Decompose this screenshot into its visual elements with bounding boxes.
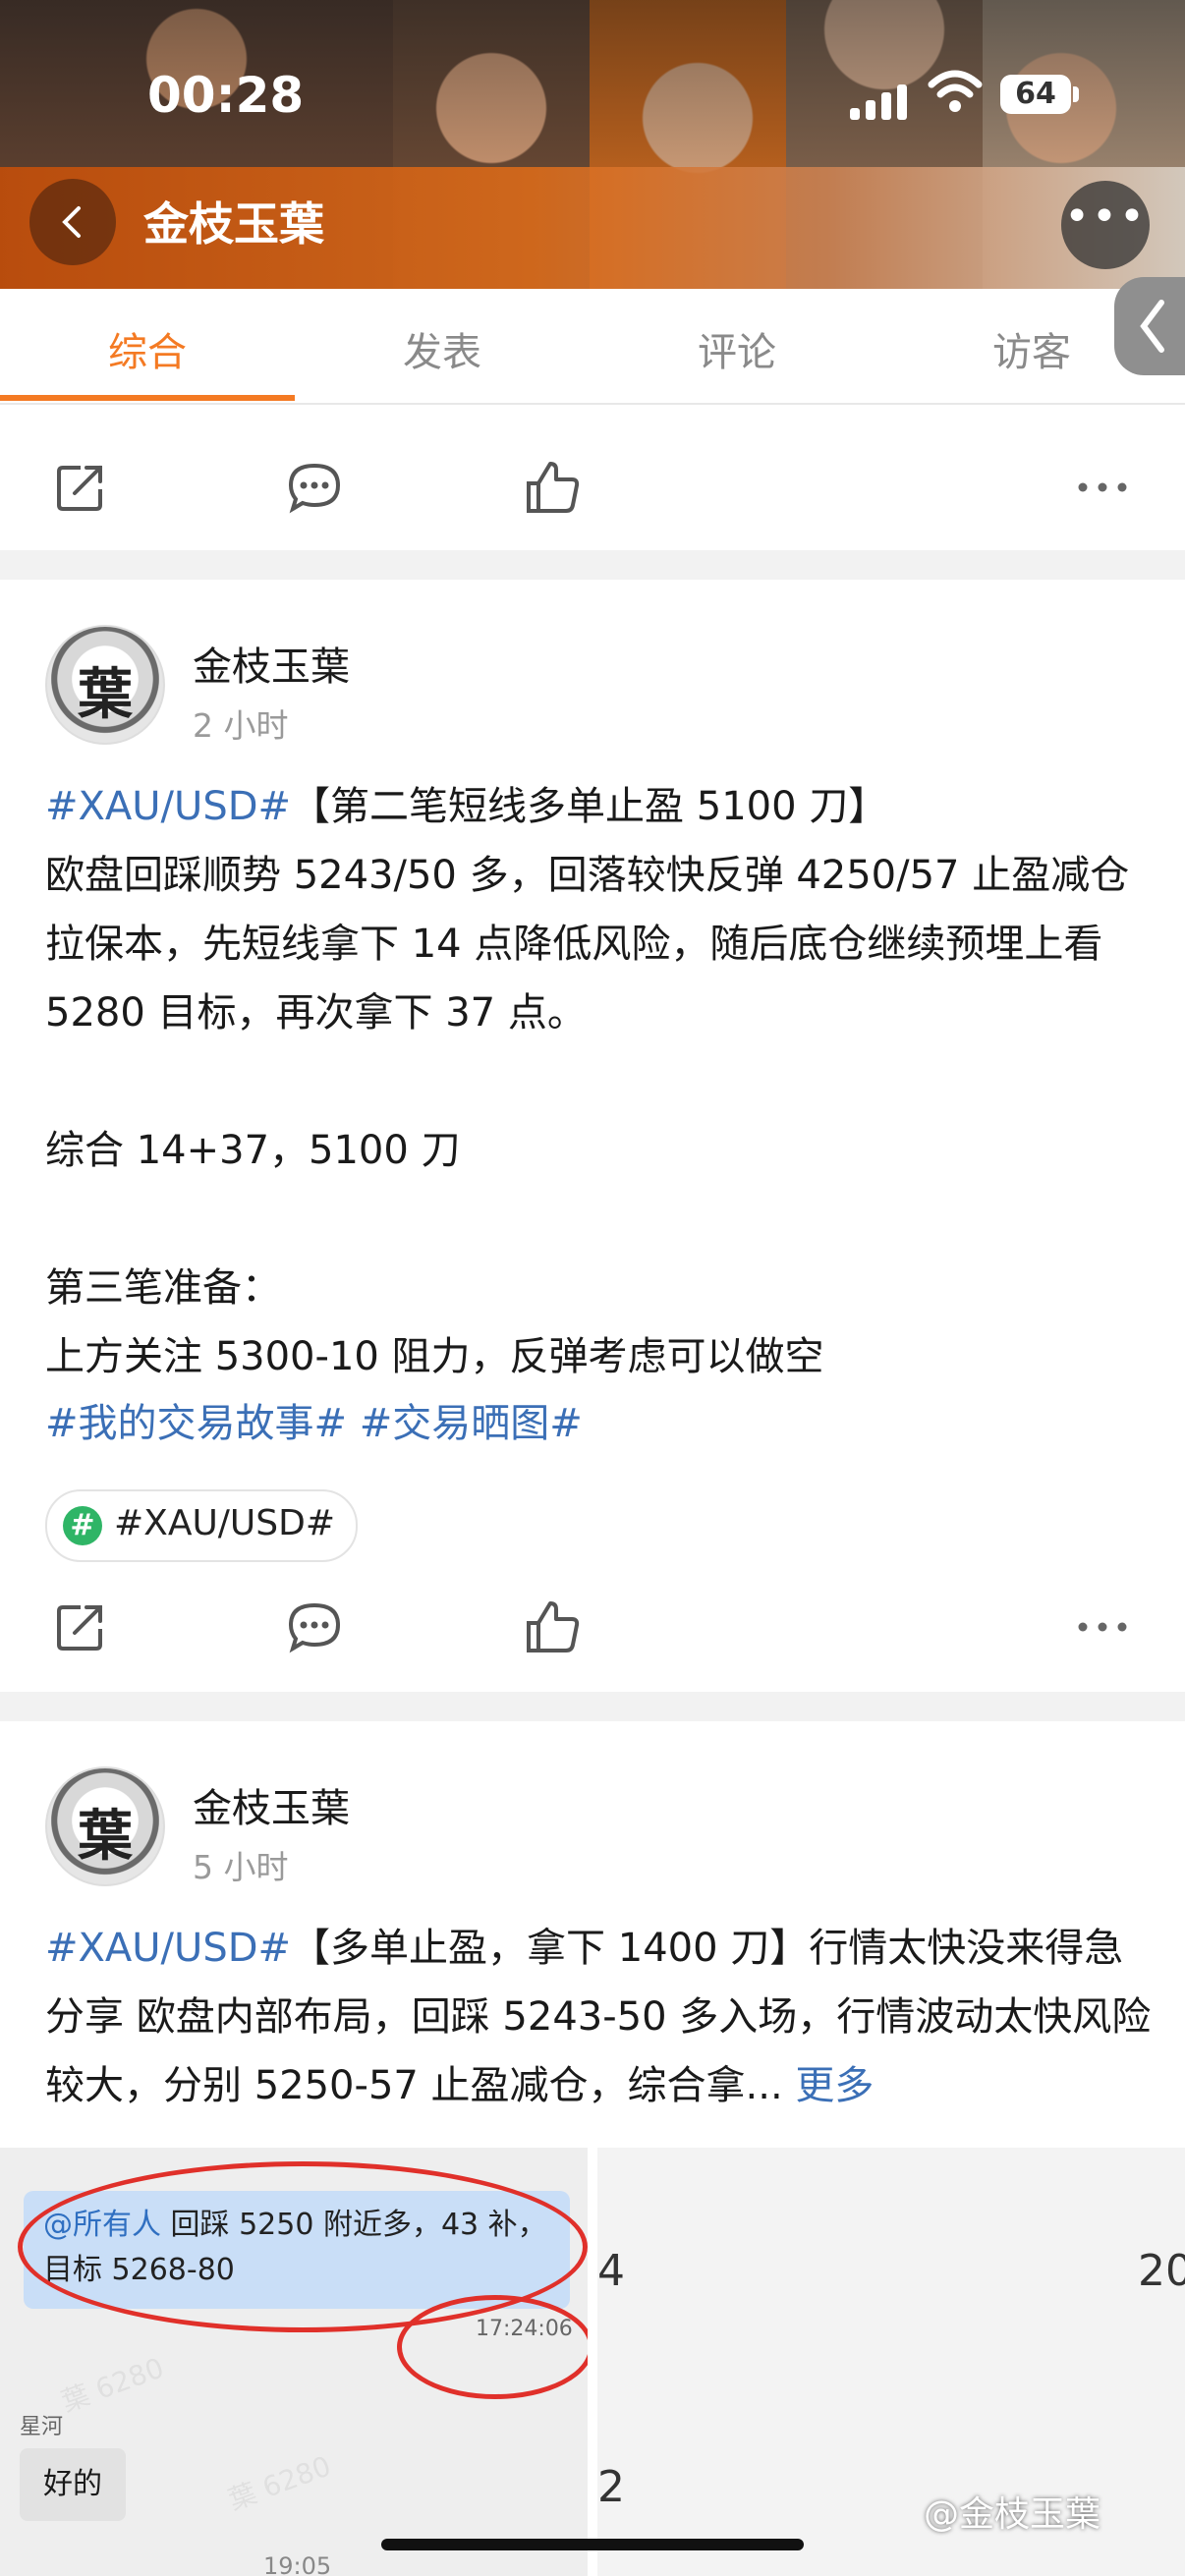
- comment-icon[interactable]: [285, 458, 344, 517]
- share-icon[interactable]: [51, 1597, 110, 1656]
- post-time: 5 小时: [193, 1848, 289, 1886]
- watermark: 葉 6280: [224, 2449, 336, 2517]
- active-tab-indicator: [0, 395, 295, 401]
- post-time: 2 小时: [193, 706, 289, 745]
- post-more-icon[interactable]: [1073, 458, 1132, 517]
- hashtag-link[interactable]: #XAU/USD#: [45, 784, 291, 829]
- chevron-left-icon: [62, 206, 81, 238]
- home-indicator[interactable]: [381, 2539, 804, 2550]
- tab-all[interactable]: 综合: [108, 320, 187, 377]
- share-icon[interactable]: [51, 458, 110, 517]
- wifi-icon: [928, 70, 983, 112]
- post-author[interactable]: 金枝玉葉: [193, 1776, 350, 1833]
- hashtag-icon: #: [63, 1506, 102, 1545]
- chevron-left-icon: [1140, 300, 1164, 353]
- page-title: 金枝玉葉: [143, 197, 324, 251]
- tab-comments[interactable]: 评论: [698, 320, 776, 377]
- message-time: 19:05: [263, 2552, 332, 2576]
- side-drawer-handle[interactable]: [1114, 277, 1185, 375]
- post-headline: #XAU/USD#【第二笔短线多单止盈 5100 刀】: [45, 784, 888, 829]
- post-action-bar: [0, 1568, 1185, 1686]
- post-action-bar: [0, 428, 1185, 546]
- sender-name: 星河: [20, 2415, 64, 2439]
- avatar[interactable]: 葉: [45, 1766, 165, 1886]
- post-tags[interactable]: #我的交易故事# #交易晒图#: [45, 1389, 1156, 1458]
- tab-visitors[interactable]: 访客: [992, 320, 1071, 377]
- more-options-button[interactable]: •••: [1061, 181, 1150, 269]
- image-credit-watermark: @金枝玉葉: [924, 2494, 1101, 2535]
- status-time: 00:28: [147, 67, 305, 124]
- comment-icon[interactable]: [285, 1597, 344, 1656]
- topic-pill[interactable]: # #XAU/USD#: [45, 1489, 358, 1562]
- tab-posts[interactable]: 发表: [403, 320, 481, 377]
- avatar[interactable]: 葉: [45, 625, 165, 745]
- ellipsis-icon: •••: [1064, 192, 1147, 242]
- reply-bubble: 好的: [20, 2448, 126, 2521]
- cellular-signal-icon: [850, 81, 909, 120]
- watermark: 葉 6280: [57, 2351, 169, 2419]
- like-icon[interactable]: [523, 458, 582, 517]
- profile-tabs: 综合 发表 评论 访客: [0, 289, 1185, 405]
- post-more-icon[interactable]: [1073, 1597, 1132, 1656]
- battery-icon: 64: [1000, 75, 1071, 114]
- post-author[interactable]: 金枝玉葉: [193, 635, 350, 692]
- post-image-chat-screenshot[interactable]: 葉 6280 葉 6280 @所有人 回踩 5250 附近多，43 补，目标 5…: [0, 2148, 588, 2576]
- hashtag-link[interactable]: #XAU/USD#: [45, 1926, 291, 1971]
- post-body: #XAU/USD#【多单止盈，拿下 1400 刀】行情太快没来得急分享 欧盘内部…: [45, 1926, 1152, 2108]
- like-icon[interactable]: [523, 1597, 582, 1656]
- back-button[interactable]: [29, 179, 116, 265]
- more-link[interactable]: 更多: [795, 2063, 874, 2108]
- post-body: 欧盘回踩顺势 5243/50 多，回落较快反弹 4250/57 止盈减仓拉保本，…: [45, 853, 1130, 1379]
- red-circle-annotation: [397, 2295, 588, 2399]
